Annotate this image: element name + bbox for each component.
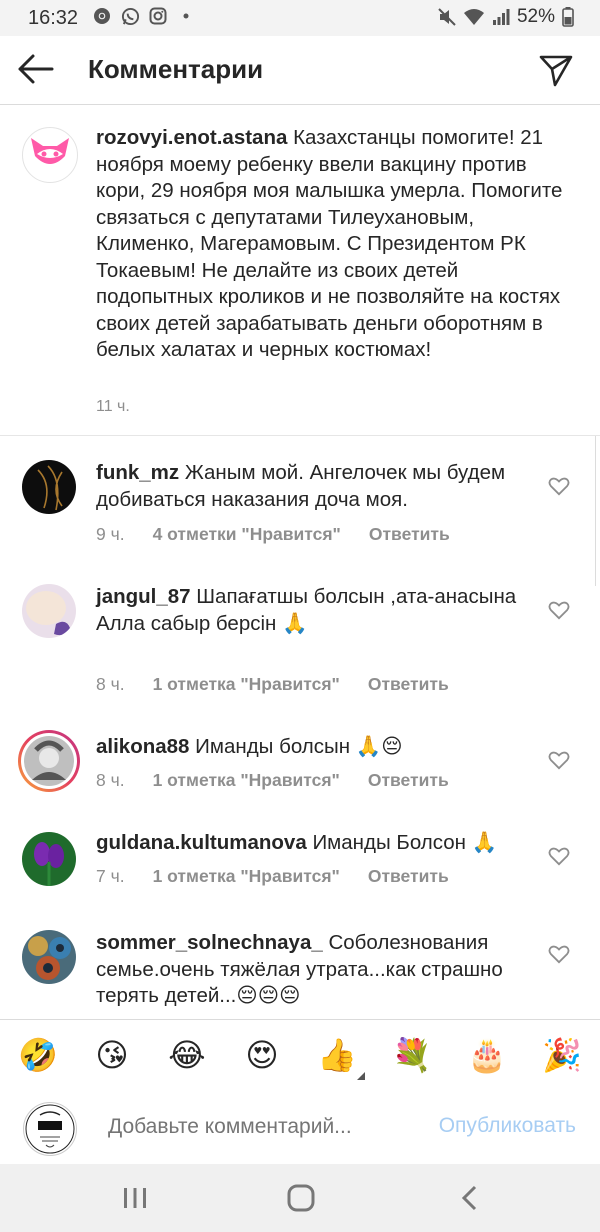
likes-count[interactable]: 1 отметка "Нравится" xyxy=(153,770,340,791)
comment-body: Иманды болсын 🙏😔 xyxy=(195,735,403,758)
comment-meta: 8 ч. 1 отметка "Нравится" Ответить xyxy=(96,770,449,791)
skin-tone-indicator-icon xyxy=(357,1072,365,1080)
likes-count[interactable]: 1 отметка "Нравится" xyxy=(153,866,340,887)
chrome-icon xyxy=(92,6,112,26)
heart-icon[interactable] xyxy=(548,600,570,620)
emoji-bouquet[interactable]: 💐 xyxy=(390,1033,434,1077)
emoji-joy[interactable]: 😂 xyxy=(165,1033,209,1077)
comment-text: sommer_solnechnaya_ Соболезнования семье… xyxy=(96,930,536,1010)
caption-username[interactable]: rozovyi.enot.astana xyxy=(96,126,287,149)
publish-button[interactable]: Опубликовать xyxy=(439,1114,576,1138)
heart-icon[interactable] xyxy=(548,750,570,770)
comment-item: sommer_solnechnaya_ Соболезнования семье… xyxy=(0,912,600,1018)
battery-icon xyxy=(562,7,574,27)
reply-button[interactable]: Ответить xyxy=(368,674,449,695)
comment-meta: 9 ч. 4 отметки "Нравится" Ответить xyxy=(96,524,450,545)
avatar-story-ring[interactable] xyxy=(18,730,80,792)
caption-body: Казахстанцы помогите! 21 ноября моему ре… xyxy=(96,126,563,361)
comment-time: 7 ч. xyxy=(96,866,125,886)
emoji-thumbs-up[interactable]: 👍 xyxy=(315,1033,359,1077)
comment-body: Иманды Болсон 🙏 xyxy=(312,831,498,854)
system-icons: 52% xyxy=(438,6,574,28)
heart-icon[interactable] xyxy=(548,944,570,964)
comment-username[interactable]: funk_mz xyxy=(96,461,179,484)
likes-count[interactable]: 1 отметка "Нравится" xyxy=(153,674,340,695)
comment-text: funk_mz Жаным мой. Ангелочек мы будем до… xyxy=(96,460,536,513)
comment-item: jangul_87 Шапағатшы болсын ,ата-анасына … xyxy=(0,568,600,718)
caption-time: 11 ч. xyxy=(96,398,130,415)
back-nav-icon[interactable] xyxy=(455,1184,485,1212)
comment-time: 8 ч. xyxy=(96,674,125,694)
arrow-left-icon xyxy=(18,54,54,84)
status-bar: 16:32 52% xyxy=(0,0,600,36)
comment-input[interactable] xyxy=(106,1114,410,1140)
status-time: 16:32 xyxy=(28,7,79,29)
heart-icon[interactable] xyxy=(548,476,570,496)
reply-button[interactable]: Ответить xyxy=(368,770,449,791)
comment-username[interactable]: alikona88 xyxy=(96,735,189,758)
emoji-party-popper[interactable]: 🎉 xyxy=(540,1033,584,1077)
whatsapp-icon xyxy=(120,6,140,26)
home-icon[interactable] xyxy=(286,1184,316,1212)
avatar[interactable] xyxy=(22,930,76,984)
heart-icon[interactable] xyxy=(548,846,570,866)
comment-item: guldana.kultumanova Иманды Болсон 🙏 7 ч.… xyxy=(0,814,600,912)
comment-text: alikona88 Иманды болсын 🙏😔 xyxy=(96,734,536,761)
post-caption: rozovyi.enot.astana Казахстанцы помогите… xyxy=(0,105,600,436)
emoji-rofl[interactable]: 🤣 xyxy=(16,1033,60,1077)
instagram-icon xyxy=(148,6,168,26)
avatar[interactable] xyxy=(22,127,78,183)
scroll-edge xyxy=(595,436,600,586)
comment-text: guldana.kultumanova Иманды Болсон 🙏 xyxy=(96,830,536,857)
back-button[interactable] xyxy=(16,51,56,87)
comment-meta: 7 ч. 1 отметка "Нравится" Ответить xyxy=(96,866,449,887)
comment-time: 9 ч. xyxy=(96,524,125,544)
wifi-icon xyxy=(463,8,485,26)
comment-composer: Опубликовать xyxy=(0,1090,600,1164)
system-navigation-bar xyxy=(0,1164,600,1232)
emoji-cake[interactable]: 🎂 xyxy=(465,1033,509,1077)
emoji-quick-bar: 🤣 😘 😂 😍 👍 💐 🎂 🎉 xyxy=(0,1019,600,1091)
avatar[interactable] xyxy=(22,460,76,514)
comment-meta: 8 ч. 1 отметка "Нравится" Ответить xyxy=(96,674,449,695)
avatar[interactable] xyxy=(22,584,76,638)
emoji-kiss[interactable]: 😘 xyxy=(90,1033,134,1077)
comments-header: Комментарии xyxy=(0,36,600,105)
avatar[interactable] xyxy=(22,832,76,886)
comment-item: alikona88 Иманды болсын 🙏😔 8 ч. 1 отметк… xyxy=(0,718,600,814)
mute-icon xyxy=(438,8,456,26)
battery-percent: 52% xyxy=(516,6,555,27)
paper-plane-icon xyxy=(539,55,573,87)
comment-time: 8 ч. xyxy=(96,770,125,790)
notification-icons xyxy=(92,6,196,26)
comment-item: funk_mz Жаным мой. Ангелочек мы будем до… xyxy=(0,440,600,568)
reply-button[interactable]: Ответить xyxy=(369,524,450,545)
likes-count[interactable]: 4 отметки "Нравится" xyxy=(153,524,341,545)
comment-username[interactable]: sommer_solnechnaya_ xyxy=(96,931,323,954)
recent-apps-icon[interactable] xyxy=(120,1184,150,1212)
comment-username[interactable]: jangul_87 xyxy=(96,585,191,608)
caption-text: rozovyi.enot.astana Казахстанцы помогите… xyxy=(96,125,566,364)
reply-button[interactable]: Ответить xyxy=(368,866,449,887)
comment-username[interactable]: guldana.kultumanova xyxy=(96,831,307,854)
dot-icon xyxy=(176,6,196,26)
comment-text: jangul_87 Шапағатшы болсын ,ата-анасына … xyxy=(96,584,536,637)
share-button[interactable] xyxy=(538,52,574,88)
signal-icon xyxy=(492,8,510,26)
emoji-heart-eyes[interactable]: 😍 xyxy=(240,1033,284,1077)
user-avatar[interactable] xyxy=(23,1102,77,1156)
page-title: Комментарии xyxy=(88,54,264,84)
